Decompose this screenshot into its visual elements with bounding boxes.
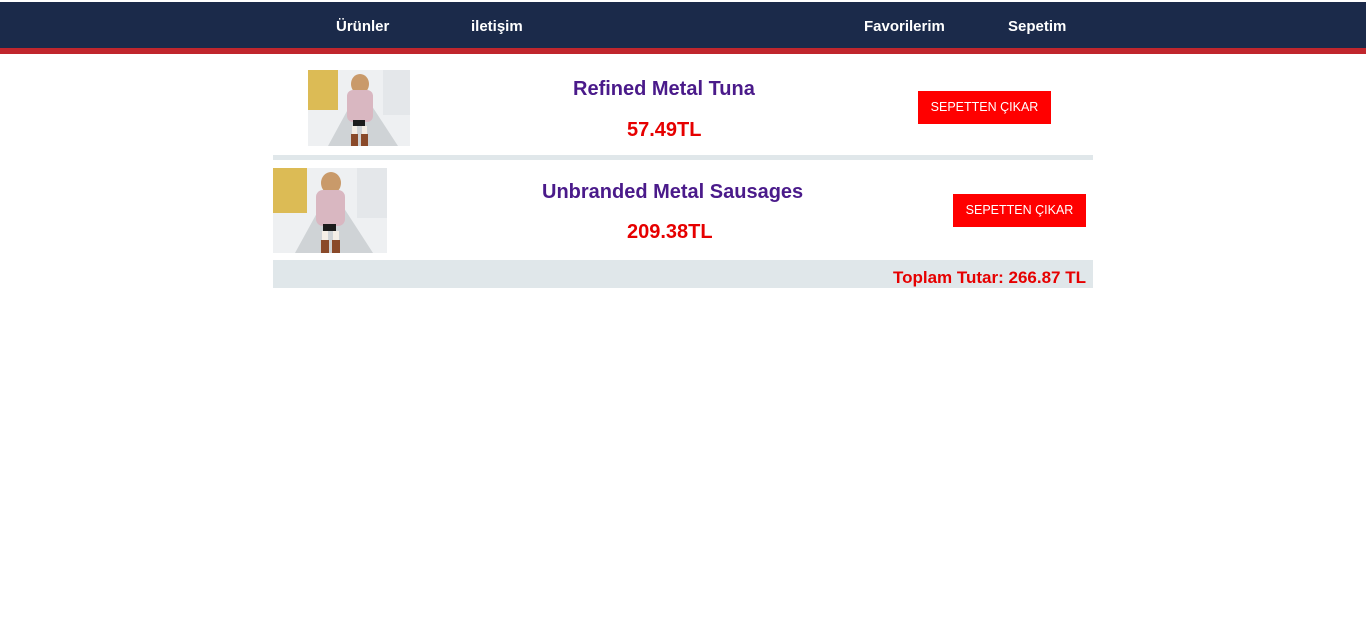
- product-price: 57.49TL: [627, 119, 702, 141]
- cart-item: Refined Metal Tuna 57.49TL SEPETTEN ÇIKA…: [273, 54, 1093, 155]
- cart-total: Toplam Tutar: 266.87 TL: [892, 268, 1086, 287]
- top-navigation-bar: Ürünler iletişim Favorilerim Sepetim: [0, 2, 1366, 48]
- product-image: [273, 168, 387, 253]
- product-price: 209.38TL: [627, 221, 713, 243]
- product-image: [308, 70, 410, 146]
- cart-item: Unbranded Metal Sausages 209.38TL SEPETT…: [273, 160, 1093, 260]
- product-name: Unbranded Metal Sausages: [542, 181, 804, 203]
- nav-link-favorites[interactable]: Favorilerim: [864, 18, 945, 36]
- nav-link-products[interactable]: Ürünler: [336, 18, 389, 36]
- product-photo-icon: [308, 70, 410, 146]
- remove-from-cart-button[interactable]: SEPETTEN ÇIKAR: [953, 194, 1086, 227]
- cart-total-bar: Toplam Tutar: 266.87 TL: [273, 260, 1093, 288]
- remove-from-cart-button[interactable]: SEPETTEN ÇIKAR: [918, 91, 1051, 124]
- nav-link-contact[interactable]: iletişim: [471, 18, 523, 36]
- product-photo-icon: [273, 168, 387, 253]
- nav-link-cart[interactable]: Sepetim: [1008, 18, 1066, 36]
- product-name: Refined Metal Tuna: [573, 78, 755, 100]
